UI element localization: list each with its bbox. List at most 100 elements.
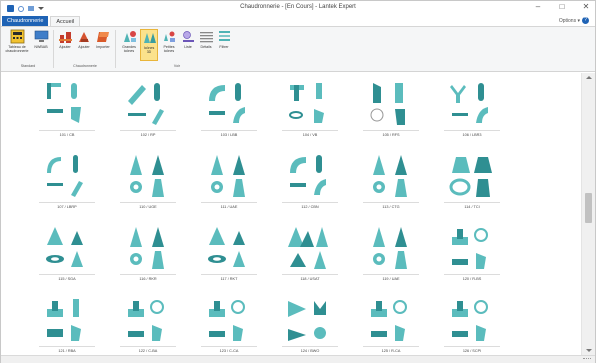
icones-3d-button[interactable]: Icônes 3D [140, 29, 158, 61]
part-label: 111 / UAE [220, 205, 238, 209]
part-label: 113 / CTG [382, 205, 400, 209]
part-item[interactable]: 118 / USAT [274, 219, 346, 289]
petites-icones-label: Petites icônes [163, 45, 175, 53]
part-item[interactable]: 113 / CTG [355, 147, 427, 217]
part-item[interactable]: 123 / C-CA [193, 291, 265, 355]
part-item[interactable]: 116 / RKR [112, 219, 184, 289]
pipe-diagonal-icon [124, 79, 172, 127]
part-item[interactable]: 103 / LBB [193, 75, 265, 145]
vertical-scrollbar[interactable] [581, 73, 595, 355]
part-label: 116 / RKR [139, 277, 157, 281]
part-item[interactable]: 120 / R-BS [436, 219, 508, 289]
part-item[interactable]: 101 / CB [31, 75, 103, 145]
cone-set-icon [124, 151, 172, 199]
part-label: 121 / RBA [58, 349, 76, 353]
part-item[interactable]: 110 / UGE [112, 147, 184, 217]
part-item[interactable]: 106 / LBR3 [436, 75, 508, 145]
part-label: 120 / R-BS [462, 277, 482, 281]
tableau-button[interactable]: Tableau de chaudronnerie [5, 29, 29, 61]
nwbab-label: NWBAB [34, 45, 48, 49]
grandes-icones-label: Grandes icônes [122, 45, 136, 53]
v-branch-icon [286, 295, 334, 343]
ring-set-icon [448, 151, 496, 199]
list-icon [181, 29, 196, 44]
part-item[interactable]: 112 / CBN [274, 147, 346, 217]
window-controls: – □ ✕ [533, 2, 591, 11]
part-label: 118 / USAT [300, 277, 320, 281]
part-item[interactable]: 102 / RP [112, 75, 184, 145]
help-icon[interactable]: ? [582, 17, 589, 24]
divider [120, 202, 176, 203]
ribbon-tabs: Chaudronnerie Accueil [1, 16, 595, 27]
cone-set-icon [124, 223, 172, 271]
ajouter-shape-button[interactable]: Ajouter [76, 29, 92, 61]
part-label: 119 / UAE [382, 277, 400, 281]
options-button[interactable]: Options ▾ [559, 18, 580, 24]
part-label: 124 / BWO [300, 349, 320, 353]
tableau-label: Tableau de chaudronnerie [5, 45, 29, 53]
details-button[interactable]: Détails [198, 29, 214, 61]
divider [363, 274, 419, 275]
window-title: Chaudronnerie - [En Cours] - Lantek Expe… [240, 4, 356, 10]
divider [39, 274, 95, 275]
scroll-up-icon[interactable] [586, 76, 592, 79]
cone-double-icon [286, 223, 334, 271]
petites-icones-button[interactable]: Petites icônes [160, 29, 178, 61]
part-item[interactable]: 125 / R-CA [355, 291, 427, 355]
part-item[interactable]: 114 / TCI [436, 147, 508, 217]
divider [363, 130, 419, 131]
part-label: 107 / LBRP [57, 205, 77, 209]
part-label: 110 / UGE [139, 205, 157, 209]
cone-set-icon [205, 151, 253, 199]
resize-grip-icon[interactable] [583, 358, 591, 361]
divider [444, 130, 500, 131]
tab-accueil[interactable]: Accueil [50, 16, 81, 26]
part-label: 122 / C-BA [138, 349, 158, 353]
divider [363, 202, 419, 203]
liste-button[interactable]: Liste [180, 29, 196, 61]
maximize-button[interactable]: □ [557, 2, 567, 11]
add-shape-icon [77, 29, 92, 44]
part-item[interactable]: 107 / LBRP [31, 147, 103, 217]
ajouter-part-button[interactable]: Ajouter [57, 29, 73, 61]
icones-3d-label: Icônes 3D [143, 46, 155, 54]
scroll-thumb[interactable] [585, 193, 592, 223]
divider [282, 274, 338, 275]
importer-button[interactable]: Importer [95, 29, 111, 61]
divider [201, 130, 257, 131]
title-bar: Chaudronnerie - [En Cours] - Lantek Expe… [1, 1, 595, 16]
nwbab-button[interactable]: NWBAB [33, 29, 49, 61]
part-item[interactable]: 117 / RKT [193, 219, 265, 289]
close-button[interactable]: ✕ [581, 2, 591, 11]
part-item[interactable]: 111 / UAE [193, 147, 265, 217]
ajouter-shape-label: Ajouter [78, 45, 90, 49]
filtrer-button[interactable]: Filtrer [216, 29, 232, 61]
import-icon [96, 29, 111, 44]
part-label: 101 / CB [59, 133, 75, 137]
part-item[interactable]: 124 / BWO [274, 291, 346, 355]
minimize-button[interactable]: – [533, 2, 543, 11]
cone-flat-icon [205, 223, 253, 271]
part-item[interactable]: 104 / VB [274, 75, 346, 145]
part-item[interactable]: 122 / C-BA [112, 291, 184, 355]
tee-ring-icon [205, 295, 253, 343]
group-label-standard: Standard [20, 64, 36, 68]
parts-gallery: 101 / CB 102 / RP 103 / LBB 104 / VB 105 / R… [1, 73, 581, 355]
grandes-icones-button[interactable]: Grandes icônes [120, 29, 138, 61]
divider [120, 346, 176, 347]
tab-chaudronnerie[interactable]: Chaudronnerie [2, 16, 49, 26]
y-branch-icon [448, 79, 496, 127]
part-item[interactable]: 126 / SCPI [436, 291, 508, 355]
part-label: 114 / TCI [464, 205, 480, 209]
part-item[interactable]: 115 / SGA [31, 219, 103, 289]
branch-tee-icon [286, 79, 334, 127]
part-item[interactable]: 105 / RFS [355, 75, 427, 145]
elbow-round-icon [286, 151, 334, 199]
group-separator [53, 30, 54, 68]
scroll-down-icon[interactable] [586, 349, 592, 352]
small-icons-icon [162, 29, 177, 44]
tee-ring-icon [448, 223, 496, 271]
part-item[interactable]: 121 / RBA [31, 291, 103, 355]
part-item[interactable]: 119 / UAE [355, 219, 427, 289]
elbow-slim-icon [43, 151, 91, 199]
